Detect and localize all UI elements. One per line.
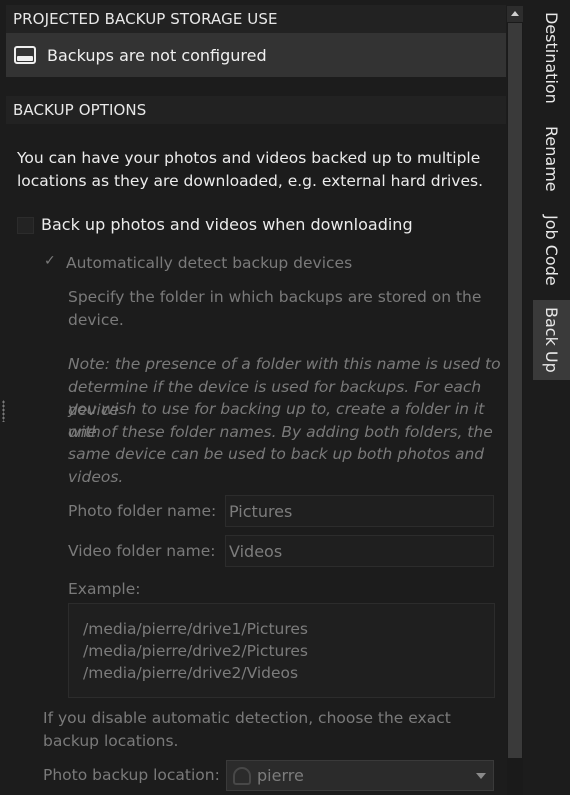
example-paths-box: /media/pierre/drive1/Pictures /media/pie… xyxy=(68,603,495,698)
drive-icon xyxy=(14,46,36,64)
tab-destination-label: Destination xyxy=(542,12,561,104)
folder-desc-line-1: Specify the folder in which backups are … xyxy=(68,288,482,306)
photo-location-value: pierre xyxy=(257,766,304,785)
note-line-4: one of these folder names. By adding bot… xyxy=(68,423,493,441)
storage-status-text: Backups are not configured xyxy=(47,45,267,65)
auto-detect-check-icon[interactable]: ✓ xyxy=(44,253,56,269)
tab-rename[interactable]: Rename xyxy=(533,118,570,200)
splitter-handle[interactable] xyxy=(2,400,5,422)
tab-back-up[interactable]: Back Up xyxy=(533,300,570,380)
example-path-2: /media/pierre/drive2/Pictures xyxy=(83,642,308,660)
tab-job-code-label: Job Code xyxy=(542,214,561,286)
video-folder-input[interactable]: Videos xyxy=(225,535,494,567)
folder-desc-line-2: device. xyxy=(68,311,124,329)
manual-desc-line-2: backup locations. xyxy=(43,732,179,750)
projected-storage-header: PROJECTED BACKUP STORAGE USE xyxy=(6,5,506,33)
example-path-3: /media/pierre/drive2/Videos xyxy=(83,664,299,682)
scrollbar-thumb[interactable] xyxy=(508,23,522,758)
tab-rename-label: Rename xyxy=(542,126,561,192)
photo-location-label: Photo backup location: xyxy=(43,766,220,784)
chevron-down-icon xyxy=(476,773,486,779)
intro-text-line-1: You can have your photos and videos back… xyxy=(17,149,481,167)
backup-options-header: BACKUP OPTIONS xyxy=(6,96,506,124)
vertical-scrollbar[interactable] xyxy=(507,6,523,795)
video-folder-label: Video folder name: xyxy=(68,542,216,560)
tab-back-up-label: Back Up xyxy=(542,307,561,373)
intro-text-line-2: locations as they are downloaded, e.g. e… xyxy=(17,172,483,190)
vertical-tab-bar: Destination Rename Job Code Back Up xyxy=(533,0,570,795)
backup-options-panel: PROJECTED BACKUP STORAGE USE Backups are… xyxy=(0,0,506,795)
scroll-up-button[interactable] xyxy=(507,6,523,22)
example-label: Example: xyxy=(68,580,141,598)
backup-enable-checkbox[interactable] xyxy=(17,217,34,234)
note-line-5: same device can be used to back up both … xyxy=(68,445,485,463)
note-line-6: videos. xyxy=(68,468,124,486)
example-path-1: /media/pierre/drive1/Pictures xyxy=(83,620,308,638)
photo-folder-label: Photo folder name: xyxy=(68,502,217,520)
note-line-1: Note: the presence of a folder with this… xyxy=(68,355,501,373)
photo-folder-input[interactable]: Pictures xyxy=(225,495,494,527)
tab-destination[interactable]: Destination xyxy=(533,0,570,116)
storage-status-row: Backups are not configured xyxy=(6,33,506,77)
backup-enable-label[interactable]: Back up photos and videos when downloadi… xyxy=(41,214,413,237)
photo-location-select[interactable]: pierre xyxy=(226,760,494,791)
manual-desc-line-1: If you disable automatic detection, choo… xyxy=(43,709,451,727)
user-folder-icon xyxy=(233,766,251,785)
auto-detect-label[interactable]: Automatically detect backup devices xyxy=(66,252,352,275)
tab-job-code[interactable]: Job Code xyxy=(533,202,570,298)
